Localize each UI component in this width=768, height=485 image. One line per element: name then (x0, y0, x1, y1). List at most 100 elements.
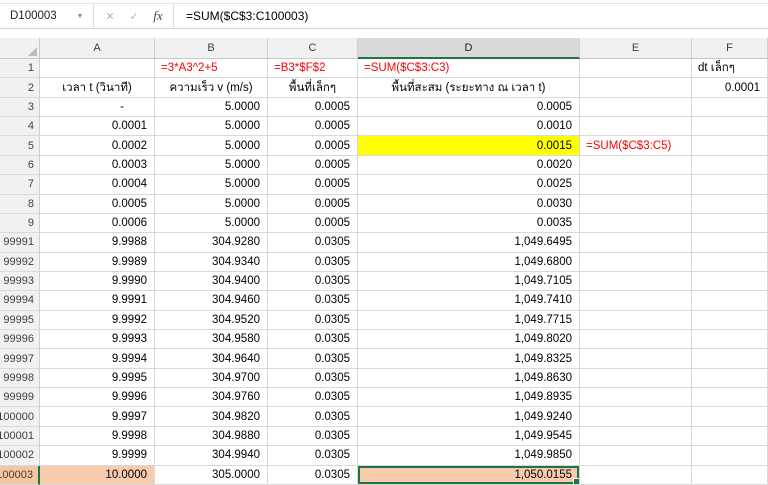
cell-F99991[interactable] (692, 233, 768, 253)
row-header-7[interactable]: 7 (0, 175, 40, 195)
cell-E99991[interactable] (580, 233, 692, 253)
cell-F99999[interactable] (692, 388, 768, 408)
cell-A99997[interactable]: 9.9994 (40, 349, 155, 369)
row-header-99994[interactable]: 99994 (0, 291, 40, 311)
cell-E100001[interactable] (580, 426, 692, 447)
enter-button[interactable]: ✓ (122, 4, 146, 28)
cell-B100001[interactable]: 304.9880 (155, 426, 268, 447)
cell-E5[interactable]: =SUM($C$3:C5) (580, 136, 692, 156)
formula-input[interactable]: =SUM($C$3:C100003) (180, 4, 768, 28)
cell-D99997[interactable]: 1,049.8325 (358, 349, 580, 369)
cell-B99991[interactable]: 304.9280 (155, 233, 268, 253)
cell-B1[interactable]: =3*A3^2+5 (155, 59, 268, 79)
row-header-99991[interactable]: 99991 (0, 233, 40, 253)
cell-A6[interactable]: 0.0003 (40, 155, 155, 176)
column-header-C[interactable]: C (268, 38, 358, 59)
cell-C1[interactable]: =B3*$F$2 (268, 59, 358, 79)
cell-B6[interactable]: 5.0000 (155, 155, 268, 176)
cell-D5[interactable]: 0.0015 (358, 136, 580, 156)
cell-E100002[interactable] (580, 446, 692, 466)
cell-F7[interactable] (692, 175, 768, 195)
cell-B99993[interactable]: 304.9400 (155, 271, 268, 292)
cell-F2[interactable]: 0.0001 (692, 78, 768, 98)
cell-B9[interactable]: 5.0000 (155, 213, 268, 234)
cell-B100000[interactable]: 304.9820 (155, 407, 268, 427)
cell-A99995[interactable]: 9.9992 (40, 310, 155, 331)
cell-E99999[interactable] (580, 388, 692, 408)
cell-A99991[interactable]: 9.9988 (40, 233, 155, 253)
cell-C4[interactable]: 0.0005 (268, 117, 358, 137)
cell-B8[interactable]: 5.0000 (155, 194, 268, 214)
cell-B99997[interactable]: 304.9640 (155, 349, 268, 369)
cell-B2[interactable]: ความเร็ว v (m/s) (155, 78, 268, 98)
row-header-100003[interactable]: 100003 (0, 465, 40, 485)
cell-C8[interactable]: 0.0005 (268, 194, 358, 214)
cell-D1[interactable]: =SUM($C$3:C3) (358, 59, 580, 79)
cell-F8[interactable] (692, 194, 768, 214)
cell-C100001[interactable]: 0.0305 (268, 426, 358, 447)
cell-B5[interactable]: 5.0000 (155, 136, 268, 156)
insert-function-button[interactable]: fx (146, 4, 170, 28)
cell-A2[interactable]: เวลา t (วินาที) (40, 78, 155, 98)
cell-A4[interactable]: 0.0001 (40, 117, 155, 137)
cell-E99992[interactable] (580, 252, 692, 272)
column-header-A[interactable]: A (40, 38, 155, 59)
cell-E99993[interactable] (580, 271, 692, 292)
cell-B100002[interactable]: 304.9940 (155, 446, 268, 466)
cell-E1[interactable] (580, 59, 692, 79)
cell-E99997[interactable] (580, 349, 692, 369)
cell-C9[interactable]: 0.0005 (268, 213, 358, 234)
cell-F100000[interactable] (692, 407, 768, 427)
cell-A99996[interactable]: 9.9993 (40, 330, 155, 350)
cancel-button[interactable]: ✕ (98, 4, 122, 28)
cell-C99994[interactable]: 0.0305 (268, 291, 358, 311)
cell-E100003[interactable] (580, 465, 692, 485)
cell-D6[interactable]: 0.0020 (358, 155, 580, 176)
cell-B99992[interactable]: 304.9340 (155, 252, 268, 272)
row-header-2[interactable]: 2 (0, 78, 40, 98)
cell-A100001[interactable]: 9.9998 (40, 426, 155, 447)
cell-D99995[interactable]: 1,049.7715 (358, 310, 580, 331)
row-header-3[interactable]: 3 (0, 97, 40, 118)
cell-D99996[interactable]: 1,049.8020 (358, 330, 580, 350)
name-box-dropdown-icon[interactable]: ▼ (72, 4, 88, 28)
cell-D99992[interactable]: 1,049.6800 (358, 252, 580, 272)
cell-B99994[interactable]: 304.9460 (155, 291, 268, 311)
cell-F99998[interactable] (692, 368, 768, 389)
cell-E7[interactable] (580, 175, 692, 195)
row-header-99999[interactable]: 99999 (0, 388, 40, 408)
cell-F99995[interactable] (692, 310, 768, 331)
cell-C99991[interactable]: 0.0305 (268, 233, 358, 253)
cell-F99993[interactable] (692, 271, 768, 292)
cell-F99996[interactable] (692, 330, 768, 350)
column-header-D[interactable]: D (358, 38, 580, 59)
cell-E9[interactable] (580, 213, 692, 234)
cell-C99996[interactable]: 0.0305 (268, 330, 358, 350)
cell-F3[interactable] (692, 97, 768, 118)
row-header-99997[interactable]: 99997 (0, 349, 40, 369)
cell-B7[interactable]: 5.0000 (155, 175, 268, 195)
cell-D100001[interactable]: 1,049.9545 (358, 426, 580, 447)
cell-D99993[interactable]: 1,049.7105 (358, 271, 580, 292)
cell-A100003[interactable]: 10.0000 (40, 465, 155, 485)
cell-D99998[interactable]: 1,049.8630 (358, 368, 580, 389)
row-header-4[interactable]: 4 (0, 117, 40, 137)
cell-D99994[interactable]: 1,049.7410 (358, 291, 580, 311)
cell-A99999[interactable]: 9.9996 (40, 388, 155, 408)
cell-C99993[interactable]: 0.0305 (268, 271, 358, 292)
cell-E99996[interactable] (580, 330, 692, 350)
cell-F100003[interactable] (692, 465, 768, 485)
cell-E99995[interactable] (580, 310, 692, 331)
cell-E4[interactable] (580, 117, 692, 137)
cell-C99992[interactable]: 0.0305 (268, 252, 358, 272)
cell-B99998[interactable]: 304.9700 (155, 368, 268, 389)
cell-C99995[interactable]: 0.0305 (268, 310, 358, 331)
cell-B99999[interactable]: 304.9760 (155, 388, 268, 408)
cell-D99991[interactable]: 1,049.6495 (358, 233, 580, 253)
cell-C100003[interactable]: 0.0305 (268, 465, 358, 485)
cell-A8[interactable]: 0.0005 (40, 194, 155, 214)
cell-C100002[interactable]: 0.0305 (268, 446, 358, 466)
cell-C99999[interactable]: 0.0305 (268, 388, 358, 408)
cell-A99992[interactable]: 9.9989 (40, 252, 155, 272)
cell-C3[interactable]: 0.0005 (268, 97, 358, 118)
